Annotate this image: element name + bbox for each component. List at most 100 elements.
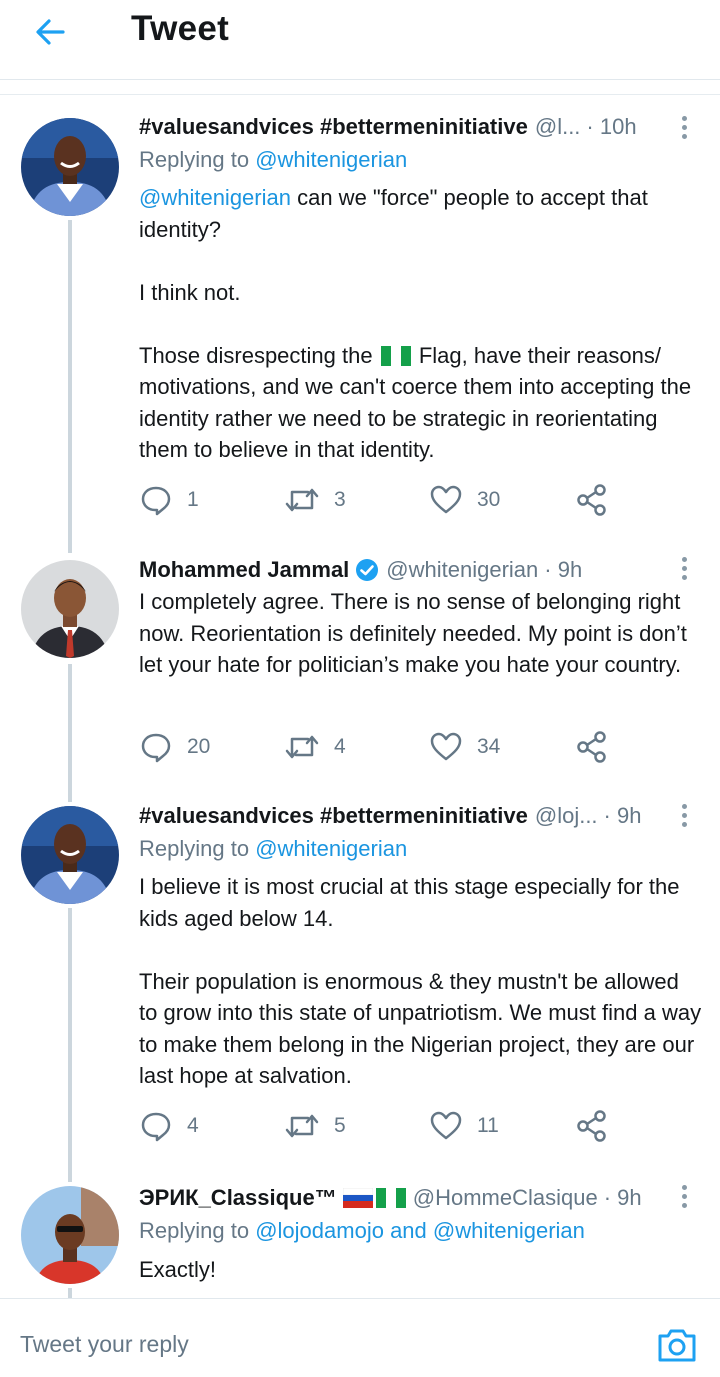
timestamp[interactable]: · 10h — [586, 114, 636, 140]
user-handle[interactable]: @whitenigerian — [386, 557, 538, 583]
user-handle[interactable]: @l... — [535, 114, 581, 140]
reply-button[interactable]: 1 — [139, 480, 199, 520]
tweet-text-segment: I believe it is most crucial at this sta… — [139, 874, 680, 931]
tweet-header: #valuesandvices #bettermeninitiative @l.… — [139, 110, 672, 144]
heart-icon — [430, 1111, 462, 1140]
tweet-text: I believe it is most crucial at this sta… — [139, 871, 702, 1092]
share-button[interactable] — [575, 480, 609, 520]
timestamp[interactable]: · 9h — [544, 557, 582, 583]
replying-label: Replying to — [139, 836, 250, 861]
avatar[interactable] — [21, 1186, 119, 1284]
mention-link[interactable]: @whitenigerian — [433, 1218, 585, 1243]
retweet-count: 5 — [334, 1114, 346, 1137]
more-options-button[interactable] — [670, 553, 698, 583]
tweet-actions: 4 5 11 — [139, 1106, 619, 1146]
more-dot — [681, 574, 687, 580]
display-name[interactable]: Mohammed Jammal — [139, 557, 349, 583]
user-handle[interactable]: @HommeClasique — [413, 1185, 598, 1211]
thread-line — [68, 908, 72, 1182]
reply-input[interactable]: Tweet your reply — [20, 1331, 189, 1358]
tweet-text-segment: I completely agree. There is no sense of… — [139, 589, 687, 677]
retweet-count: 3 — [334, 488, 346, 511]
nigeria-flag-icon — [375, 1188, 406, 1208]
mention-link[interactable]: @whitenigerian — [139, 185, 291, 210]
user-handle[interactable]: @loj... — [535, 803, 598, 829]
retweet-button[interactable]: 5 — [284, 1106, 346, 1146]
mention-link[interactable]: @whitenigerian — [255, 147, 407, 172]
reply-button[interactable]: 20 — [139, 727, 210, 767]
camera-button[interactable] — [656, 1326, 698, 1364]
reply-count: 20 — [187, 735, 211, 758]
thread-line — [68, 220, 72, 553]
more-options-button[interactable] — [670, 800, 698, 830]
replying-label: Replying to — [139, 1218, 250, 1243]
arrow-left-icon — [36, 19, 65, 45]
tweet-header: ЭРИК_Classique™ @HommeClasique · 9h — [139, 1181, 672, 1215]
reply-count: 1 — [187, 488, 199, 511]
avatar-image — [21, 118, 119, 216]
retweet-icon — [285, 735, 319, 759]
reply-composer-bar: Tweet your reply — [0, 1298, 720, 1377]
retweet-button[interactable]: 4 — [284, 727, 346, 767]
more-dot — [681, 1184, 687, 1190]
avatar-image — [21, 806, 119, 904]
top-bar: Tweet — [0, 0, 720, 80]
like-count: 30 — [477, 488, 501, 511]
mention-link[interactable]: @whitenigerian — [255, 836, 407, 861]
avatar[interactable] — [21, 118, 119, 216]
avatar[interactable] — [21, 806, 119, 904]
like-button[interactable]: 30 — [429, 480, 500, 520]
timestamp[interactable]: · 9h — [604, 803, 642, 829]
divider — [0, 94, 720, 95]
display-name[interactable]: #valuesandvices #bettermeninitiative — [139, 114, 528, 140]
more-dot — [681, 1193, 687, 1199]
display-name[interactable]: ЭРИК_Classique™ — [139, 1185, 337, 1211]
share-icon — [577, 1110, 606, 1142]
like-button[interactable]: 34 — [429, 727, 500, 767]
reply-count: 4 — [187, 1114, 199, 1137]
replying-to: Replying to @whitenigerian — [139, 836, 407, 862]
camera-icon — [658, 1329, 696, 1362]
heart-icon — [430, 485, 462, 514]
name-flags — [342, 1188, 406, 1208]
like-count: 11 — [477, 1114, 499, 1137]
more-dot — [681, 124, 687, 130]
tweet-actions: 20 4 34 — [139, 727, 619, 767]
more-dot — [681, 115, 687, 121]
thread-line — [68, 1288, 72, 1298]
avatar[interactable] — [21, 560, 119, 658]
more-dot — [681, 803, 687, 809]
mention-link[interactable]: @lojodamojo — [255, 1218, 384, 1243]
tweet-text-segment: Their population is enormous & they must… — [139, 968, 702, 1089]
avatar-image — [21, 560, 119, 658]
replying-to: Replying to @whitenigerian — [139, 147, 407, 173]
heart-icon — [430, 732, 462, 761]
reply-icon — [141, 486, 171, 516]
share-icon — [577, 484, 606, 516]
replying-label: Replying to — [139, 147, 250, 172]
share-button[interactable] — [575, 1106, 609, 1146]
reply-icon — [141, 1112, 171, 1142]
tweet-text-segment: Those disrespecting the — [139, 342, 373, 368]
timestamp[interactable]: · 9h — [604, 1185, 642, 1211]
retweet-icon — [285, 488, 319, 512]
more-dot — [681, 565, 687, 571]
thread-line — [68, 664, 72, 802]
reply-button[interactable]: 4 — [139, 1106, 199, 1146]
share-icon — [577, 731, 606, 763]
tweet-actions: 1 3 30 — [139, 480, 619, 520]
page-title: Tweet — [131, 9, 230, 48]
tweet-text: @whitenigerian can we "force" people to … — [139, 182, 702, 466]
share-button[interactable] — [575, 727, 609, 767]
retweet-button[interactable]: 3 — [284, 480, 346, 520]
display-name[interactable]: #valuesandvices #bettermeninitiative — [139, 803, 528, 829]
more-dot — [681, 812, 687, 818]
verified-badge-icon — [355, 558, 379, 582]
like-button[interactable]: 11 — [429, 1106, 499, 1146]
avatar-image — [21, 1186, 119, 1284]
tweet-header: Mohammed Jammal @whitenigerian · 9h — [139, 553, 672, 587]
back-button[interactable] — [28, 10, 72, 54]
more-dot — [681, 1202, 687, 1208]
more-options-button[interactable] — [670, 1181, 698, 1211]
more-options-button[interactable] — [670, 112, 698, 142]
